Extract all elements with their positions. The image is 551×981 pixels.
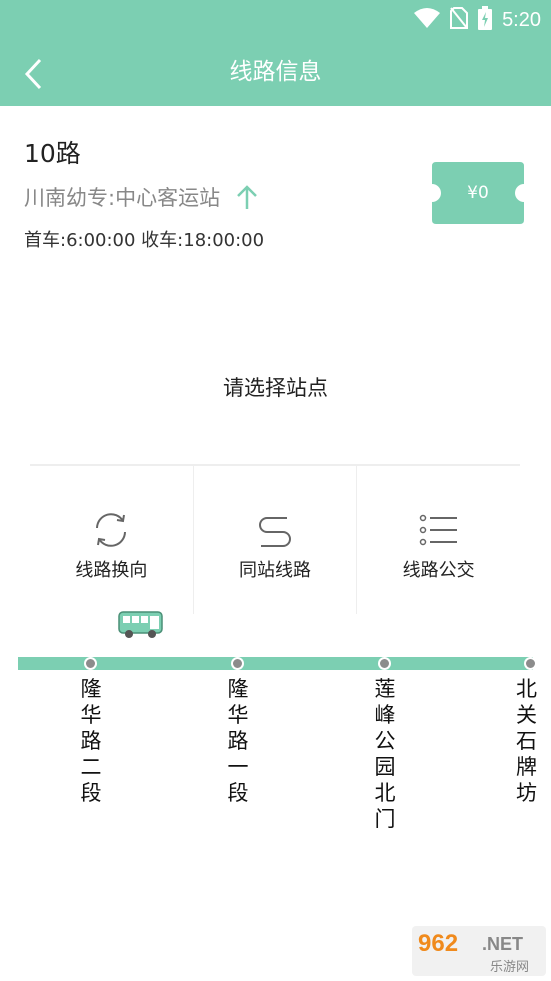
app-header: 5:20 线路信息 — [0, 0, 551, 106]
route-direction-text: 川南幼专:中心客运站 — [24, 186, 221, 210]
watermark-logo: 962 .NET 乐游网 — [412, 926, 546, 976]
station-name[interactable]: 隆华路一段 — [223, 676, 253, 806]
no-sim-icon — [450, 7, 469, 33]
fare-ticket: ¥0 — [432, 162, 524, 224]
reverse-route-button[interactable]: 线路换向 — [30, 466, 194, 614]
station-name[interactable]: 隆华路二段 — [76, 676, 106, 806]
route-tools: 线路换向 同站线路 线路公交 — [30, 464, 520, 614]
bus-icon — [118, 610, 164, 644]
watermark-site: 乐游网 — [490, 960, 530, 975]
select-station-prompt: 请选择站点 — [223, 376, 328, 400]
route-name: 10路 — [24, 139, 81, 168]
route-schedule: 首车:6:00:00 收车:18:00:00 — [24, 230, 265, 251]
station-dot[interactable] — [84, 657, 97, 670]
fare-label: ¥0 — [467, 183, 489, 203]
status-bar: 5:20 — [414, 4, 541, 36]
station-dot[interactable] — [378, 657, 391, 670]
watermark-number: 962 — [418, 930, 459, 957]
same-station-routes-button[interactable]: 同站线路 — [194, 466, 358, 614]
wifi-icon — [414, 8, 441, 32]
station-name[interactable]: 莲峰公园北门 — [370, 676, 400, 832]
station-dot[interactable] — [231, 657, 244, 670]
reverse-icon — [96, 513, 127, 547]
page-title: 线路信息 — [229, 59, 322, 85]
route-s-icon — [259, 517, 291, 547]
watermark-net: .NET — [482, 934, 524, 954]
battery-charging-icon — [478, 6, 493, 34]
list-icon — [419, 514, 457, 546]
route-direction: 川南幼专:中心客运站 — [24, 182, 258, 212]
reverse-route-label: 线路换向 — [75, 560, 148, 581]
arrow-up-icon — [237, 185, 257, 209]
same-station-routes-label: 同站线路 — [239, 560, 311, 581]
route-buses-label: 线路公交 — [402, 560, 475, 581]
station-name[interactable]: 北关石牌坊 — [516, 676, 551, 806]
status-time: 5:20 — [502, 8, 541, 31]
route-buses-button[interactable]: 线路公交 — [357, 466, 520, 614]
station-dot[interactable] — [524, 657, 537, 670]
